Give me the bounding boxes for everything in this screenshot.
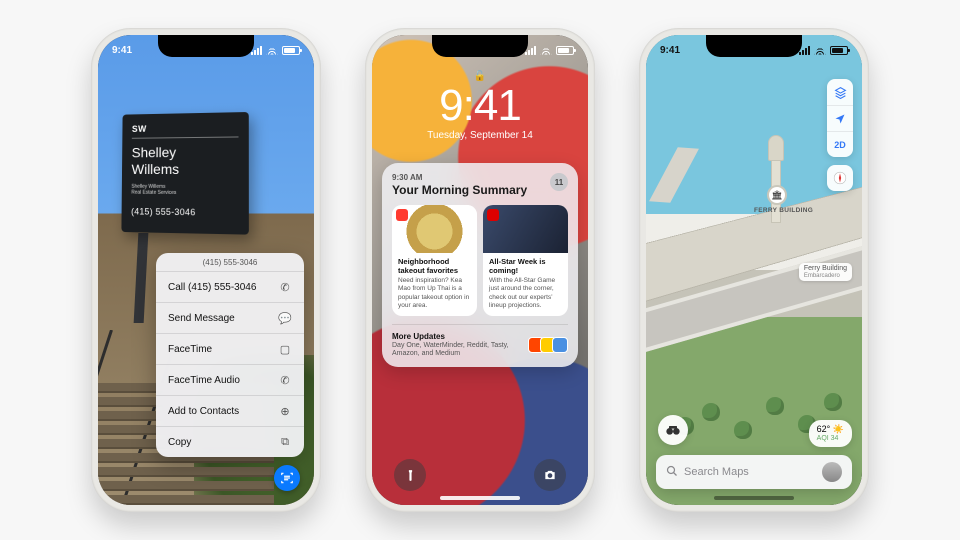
compass-icon bbox=[827, 165, 853, 191]
battery-icon bbox=[556, 46, 574, 55]
home-indicator[interactable] bbox=[714, 496, 794, 500]
summary-card-sports[interactable]: All-Star Week is coming! With the All-St… bbox=[483, 205, 568, 316]
flashlight-button[interactable] bbox=[394, 459, 426, 491]
map-layers-button[interactable] bbox=[827, 79, 853, 105]
espn-app-icon bbox=[487, 209, 499, 221]
menu-item-label: FaceTime bbox=[168, 344, 212, 355]
menu-item-label: Add to Contacts bbox=[168, 406, 239, 417]
summary-more-updates[interactable]: More Updates Day One, WaterMinder, Reddi… bbox=[392, 324, 568, 359]
menu-item-label: Copy bbox=[168, 437, 191, 448]
copy-icon: ⧉ bbox=[278, 435, 292, 449]
live-text-button[interactable] bbox=[274, 465, 300, 491]
map-compass-button[interactable] bbox=[827, 165, 853, 191]
map-search-bar[interactable]: Search Maps bbox=[656, 455, 852, 489]
lock-screen-clock: 🔓 9:41 Tuesday, September 14 bbox=[372, 71, 588, 141]
summary-card-food[interactable]: Neighborhood takeout favorites Need insp… bbox=[392, 205, 477, 316]
phone-lock-screen: 🔓 9:41 Tuesday, September 14 9:30 AM You… bbox=[365, 28, 595, 512]
card-description: With the All-Star Game just around the c… bbox=[489, 277, 562, 310]
poi-marker-ferry-building[interactable]: 🏛 bbox=[767, 185, 787, 205]
menu-item-facetime[interactable]: FaceTime ▢ bbox=[156, 333, 304, 364]
sign-monogram: SW bbox=[132, 122, 239, 138]
menu-item-facetime-audio[interactable]: FaceTime Audio ✆ bbox=[156, 364, 304, 395]
map-locate-button[interactable] bbox=[827, 105, 853, 131]
look-around-button[interactable] bbox=[658, 415, 688, 445]
sign-phone-number: (415) 555-3046 bbox=[131, 206, 238, 218]
phone-live-text: 9:41 SW Shelley Willems Shelley Willems … bbox=[91, 28, 321, 512]
summary-title: Your Morning Summary bbox=[392, 183, 527, 197]
morning-summary-card[interactable]: 9:30 AM Your Morning Summary 11 Neighbor… bbox=[382, 163, 578, 367]
more-updates-app-icons bbox=[532, 337, 568, 353]
poi-label: FERRY BUILDING bbox=[754, 207, 813, 214]
map-road-label: Ferry Building Embarcadero bbox=[799, 263, 852, 281]
wifi-icon bbox=[540, 46, 552, 55]
weather-aqi: AQI 34 bbox=[817, 435, 844, 443]
card-description: Need inspiration? Kea Mao from Up Thai i… bbox=[398, 277, 471, 310]
phone-icon: ✆ bbox=[278, 373, 292, 387]
menu-item-copy[interactable]: Copy ⧉ bbox=[156, 426, 304, 457]
menu-item-call[interactable]: Call (415) 555-3046 ✆ bbox=[156, 271, 304, 302]
unlock-icon: 🔓 bbox=[372, 71, 588, 82]
camera-button[interactable] bbox=[534, 459, 566, 491]
battery-icon bbox=[282, 46, 300, 55]
search-icon bbox=[666, 465, 678, 480]
wifi-icon bbox=[814, 46, 826, 55]
card-title: All-Star Week is coming! bbox=[489, 258, 562, 275]
account-avatar[interactable] bbox=[822, 462, 842, 482]
status-time: 9:41 bbox=[660, 45, 680, 56]
realtor-sign: SW Shelley Willems Shelley Willems Real … bbox=[121, 112, 248, 235]
card-title: Neighborhood takeout favorites bbox=[398, 258, 471, 275]
app-icon bbox=[552, 337, 568, 353]
map-controls-top: 2D bbox=[827, 79, 853, 157]
more-updates-apps: Day One, WaterMinder, Reddit, Tasty, Ama… bbox=[392, 342, 512, 359]
sign-name: Shelley Willems bbox=[131, 144, 238, 178]
news-app-icon bbox=[396, 209, 408, 221]
sign-subtitle: Shelley Willems Real Estate Services bbox=[131, 183, 238, 197]
live-text-context-menu: (415) 555-3046 Call (415) 555-3046 ✆ Sen… bbox=[156, 253, 304, 457]
status-time: 9:41 bbox=[112, 45, 132, 56]
menu-item-send-message[interactable]: Send Message 💬 bbox=[156, 302, 304, 333]
notch bbox=[158, 35, 254, 57]
notch bbox=[706, 35, 802, 57]
notch bbox=[432, 35, 528, 57]
card-thumbnail bbox=[483, 205, 568, 253]
summary-time: 9:30 AM bbox=[392, 173, 527, 182]
menu-item-add-to-contacts[interactable]: Add to Contacts ⊕ bbox=[156, 395, 304, 426]
context-menu-header: (415) 555-3046 bbox=[156, 253, 304, 271]
menu-item-label: FaceTime Audio bbox=[168, 375, 240, 386]
menu-item-label: Call (415) 555-3046 bbox=[168, 282, 256, 293]
map-2d-button[interactable]: 2D bbox=[827, 131, 853, 157]
message-icon: 💬 bbox=[278, 311, 292, 325]
phone-icon: ✆ bbox=[278, 280, 292, 294]
card-thumbnail bbox=[392, 205, 477, 253]
map-weather-widget[interactable]: 62° ☀️ AQI 34 bbox=[809, 420, 852, 447]
clock-date: Tuesday, September 14 bbox=[372, 130, 588, 141]
contact-add-icon: ⊕ bbox=[278, 404, 292, 418]
battery-icon bbox=[830, 46, 848, 55]
clock-time: 9:41 bbox=[372, 84, 588, 128]
menu-item-label: Send Message bbox=[168, 313, 235, 324]
video-icon: ▢ bbox=[278, 342, 292, 356]
home-indicator[interactable] bbox=[440, 496, 520, 500]
phone-maps: 9:41 🏛 FERRY BUIL bbox=[639, 28, 869, 512]
more-updates-title: More Updates bbox=[392, 332, 512, 341]
summary-count-badge: 11 bbox=[550, 173, 568, 191]
three-phone-lineup: 9:41 SW Shelley Willems Shelley Willems … bbox=[0, 0, 960, 540]
weather-temp: 62° bbox=[817, 424, 831, 434]
wifi-icon bbox=[266, 46, 278, 55]
search-placeholder: Search Maps bbox=[684, 466, 816, 478]
